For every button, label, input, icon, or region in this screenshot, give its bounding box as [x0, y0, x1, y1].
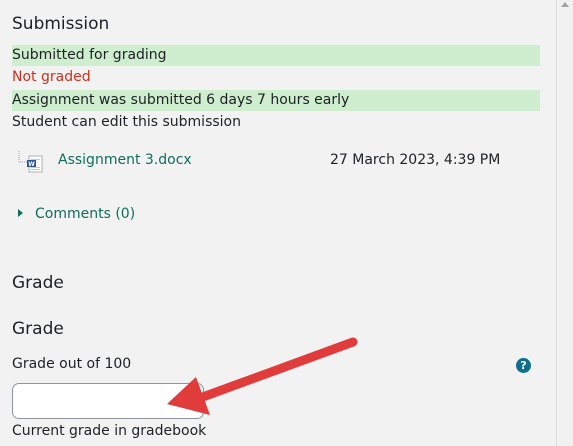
word-doc-icon: W	[18, 151, 43, 173]
grade-input[interactable]	[12, 383, 204, 419]
grade-subheading: Grade	[12, 319, 64, 339]
vertical-scrollbar[interactable]	[556, 0, 573, 446]
submitted-file-row: W Assignment 3.docx 27 March 2023, 4:39 …	[18, 149, 518, 173]
time-remaining-status: Assignment was submitted 6 days 7 hours …	[12, 90, 540, 111]
svg-text:W: W	[28, 161, 35, 168]
caret-right-icon	[18, 209, 23, 217]
grading-status: Not graded	[12, 69, 91, 85]
grade-section-heading: Grade	[12, 273, 64, 293]
grade-field-label: Grade out of 100	[12, 356, 132, 372]
question-help-icon[interactable]: ?	[516, 358, 531, 373]
scroll-up-arrow-icon[interactable]	[561, 2, 569, 7]
edit-status: Student can edit this submission	[12, 114, 241, 130]
submitted-file-link[interactable]: Assignment 3.docx	[58, 152, 192, 168]
comments-label: Comments (0)	[35, 206, 136, 222]
file-modified-date: 27 March 2023, 4:39 PM	[330, 152, 501, 168]
submission-status: Submitted for grading	[12, 45, 540, 66]
comments-toggle[interactable]: Comments (0)	[18, 206, 135, 222]
current-grade-label: Current grade in gradebook	[12, 423, 207, 439]
submission-heading: Submission	[12, 14, 110, 34]
